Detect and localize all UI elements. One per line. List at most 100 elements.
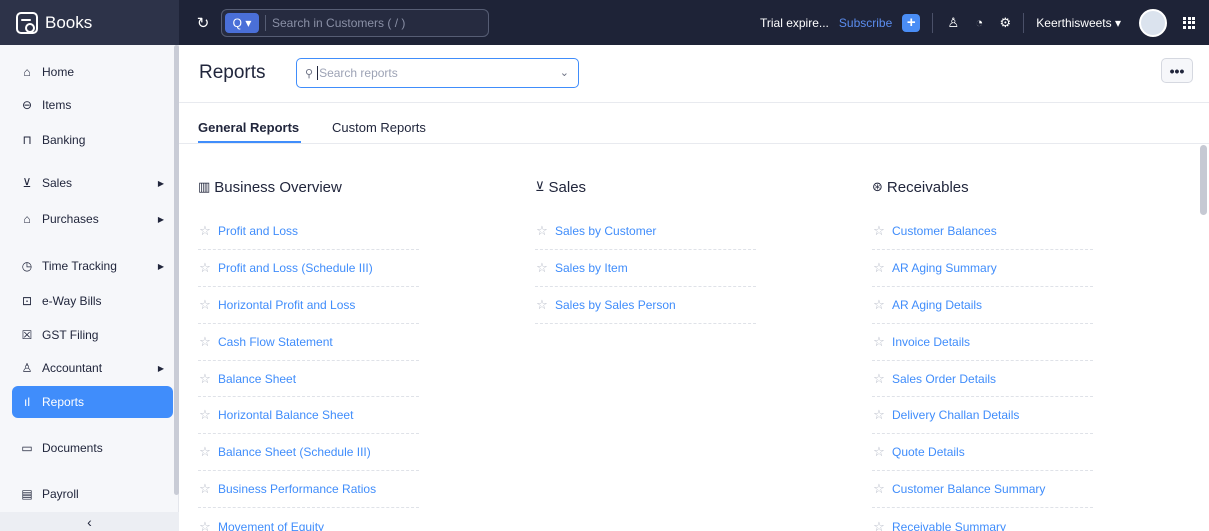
- star-icon[interactable]: ☆: [198, 297, 212, 313]
- star-icon[interactable]: ☆: [198, 444, 212, 460]
- sidebar-item-label: Reports: [42, 395, 85, 409]
- star-icon[interactable]: ☆: [872, 334, 886, 350]
- collapse-sidebar-button[interactable]: ‹: [0, 512, 179, 531]
- star-icon[interactable]: ☆: [872, 407, 886, 423]
- quick-create-button[interactable]: +: [902, 13, 921, 32]
- bell-icon[interactable]: ◔: [971, 15, 987, 31]
- star-icon[interactable]: ☆: [198, 371, 212, 387]
- books-logo-icon: [16, 11, 38, 34]
- star-icon[interactable]: ☆: [535, 223, 549, 239]
- sidebar-item-items[interactable]: ⊖ Items: [12, 89, 173, 121]
- subscribe-link[interactable]: Subscribe: [839, 16, 892, 30]
- star-icon[interactable]: ☆: [872, 260, 886, 276]
- avatar[interactable]: [1139, 8, 1167, 37]
- app-brand[interactable]: Books: [0, 0, 179, 45]
- report-link[interactable]: ☆ Sales by Item: [535, 250, 756, 287]
- report-list: ☆ Customer Balances ☆ AR Aging Summary ☆ AR…: [872, 213, 1093, 531]
- search-divider: [265, 14, 266, 31]
- home-icon: ⌂: [23, 65, 31, 79]
- gear-icon[interactable]: ⚙: [997, 15, 1013, 31]
- report-group-receivables: ⊛ Receivables ☆ Customer Balances ☆ AR Agi…: [872, 176, 1093, 531]
- report-link[interactable]: ☆ Sales by Sales Person: [535, 287, 756, 324]
- report-link[interactable]: ☆ Cash Flow Statement: [198, 324, 419, 361]
- report-link[interactable]: ☆ Profit and Loss (Schedule III): [198, 250, 419, 287]
- sidebar-item-accountant[interactable]: ♙ Accountant ▶: [12, 352, 173, 384]
- report-link[interactable]: ☆ Customer Balances: [872, 213, 1093, 250]
- star-icon[interactable]: ☆: [198, 334, 212, 350]
- sidebar-item-banking[interactable]: ⊓ Banking: [12, 124, 173, 156]
- refer-icon[interactable]: ♙: [945, 15, 961, 31]
- report-link[interactable]: ☆ Movement of Equity: [198, 508, 419, 531]
- sidebar-item-label: Home: [42, 65, 75, 79]
- sidebar-item-time-tracking[interactable]: ◷ Time Tracking ▶: [12, 250, 173, 282]
- tab-custom-reports[interactable]: Custom Reports: [332, 120, 426, 135]
- report-link[interactable]: ☆ AR Aging Details: [872, 287, 1093, 324]
- org-switcher[interactable]: Keerthisweets ▾: [1036, 16, 1121, 30]
- sidebar: ⌂ Home ⊖ Items ⊓ Banking ⊻ Sales ▶ ⌂ Pur…: [0, 45, 179, 531]
- report-link[interactable]: ☆ Customer Balance Summary: [872, 471, 1093, 509]
- group-title-label: Business Overview: [214, 178, 342, 196]
- sidebar-item-label: e-Way Bills: [42, 294, 102, 308]
- report-link[interactable]: ☆ Horizontal Profit and Loss: [198, 287, 419, 324]
- star-icon[interactable]: ☆: [872, 297, 886, 313]
- report-link-label: Sales by Customer: [555, 223, 657, 238]
- group-title: ⊻ Sales: [535, 176, 756, 198]
- sidebar-item-label: Items: [42, 98, 72, 112]
- sidebar-item-sales[interactable]: ⊻ Sales ▶: [12, 167, 173, 199]
- report-link[interactable]: ☆ AR Aging Summary: [872, 250, 1093, 287]
- recent-activity-icon[interactable]: ↻: [193, 14, 213, 32]
- sidebar-item-home[interactable]: ⌂ Home: [12, 56, 173, 88]
- more-options-button[interactable]: •••: [1161, 58, 1193, 83]
- sidebar-item-label: Purchases: [42, 212, 99, 226]
- report-link-label: Cash Flow Statement: [218, 334, 333, 349]
- report-link[interactable]: ☆ Balance Sheet: [198, 361, 419, 398]
- report-link[interactable]: ☆ Profit and Loss: [198, 213, 419, 250]
- star-icon[interactable]: ☆: [872, 223, 886, 239]
- report-link[interactable]: ☆ Sales Order Details: [872, 361, 1093, 398]
- star-icon[interactable]: ☆: [198, 519, 212, 531]
- global-search-input[interactable]: Search in Customers ( / ): [272, 16, 405, 30]
- gst-icon: ☒: [21, 328, 33, 342]
- sidebar-item-gst-filing[interactable]: ☒ GST Filing: [12, 319, 173, 351]
- star-icon[interactable]: ☆: [535, 260, 549, 276]
- star-icon[interactable]: ☆: [198, 260, 212, 276]
- star-icon[interactable]: ☆: [198, 223, 212, 239]
- star-icon[interactable]: ☆: [872, 481, 886, 497]
- report-link[interactable]: ☆ Receivable Summary: [872, 508, 1093, 531]
- bag-icon: ⌂: [23, 212, 31, 226]
- sidebar-item-eway-bills[interactable]: ⊡ e-Way Bills: [12, 285, 173, 317]
- search-scope-dropdown[interactable]: Q ▾: [225, 12, 259, 33]
- report-link[interactable]: ☆ Sales by Customer: [535, 213, 756, 250]
- sidebar-item-reports[interactable]: ıl Reports: [12, 386, 173, 418]
- report-link[interactable]: ☆ Quote Details: [872, 434, 1093, 472]
- chevron-down-icon[interactable]: ⌄: [560, 66, 569, 79]
- report-search-input[interactable]: ⚲ Search reports ⌄: [296, 58, 579, 88]
- topbar-divider: [1023, 12, 1025, 33]
- star-icon[interactable]: ☆: [535, 297, 549, 313]
- report-link-label: Customer Balance Summary: [892, 482, 1046, 497]
- main-content: Reports ⚲ Search reports ⌄ ••• General R…: [179, 45, 1209, 531]
- report-link[interactable]: ☆ Business Performance Ratios: [198, 471, 419, 509]
- star-icon[interactable]: ☆: [198, 481, 212, 497]
- star-icon[interactable]: ☆: [198, 407, 212, 423]
- report-link[interactable]: ☆ Balance Sheet (Schedule III): [198, 434, 419, 472]
- star-icon[interactable]: ☆: [872, 444, 886, 460]
- star-icon[interactable]: ☆: [872, 519, 886, 531]
- global-search[interactable]: Q ▾ Search in Customers ( / ): [221, 8, 489, 37]
- tab-general-reports[interactable]: General Reports: [198, 120, 299, 135]
- sidebar-item-documents[interactable]: ▭ Documents: [12, 432, 173, 464]
- sidebar-item-label: Banking: [42, 133, 86, 147]
- report-link[interactable]: ☆ Horizontal Balance Sheet: [198, 397, 419, 435]
- report-link[interactable]: ☆ Invoice Details: [872, 324, 1093, 361]
- apps-grid-icon[interactable]: [1183, 16, 1195, 29]
- chevron-left-icon: ‹: [87, 513, 92, 530]
- content-scrollbar[interactable]: [1200, 145, 1207, 215]
- star-icon[interactable]: ☆: [872, 371, 886, 387]
- sidebar-item-purchases[interactable]: ⌂ Purchases ▶: [12, 203, 173, 235]
- top-bar-right: Trial expire... Subscribe + ♙ ◔ ⚙ Keerth…: [760, 0, 1209, 45]
- sidebar-item-payroll[interactable]: ▤ Payroll: [12, 478, 173, 510]
- org-name: Keerthisweets: [1036, 15, 1112, 30]
- report-link-label: Sales by Sales Person: [555, 297, 676, 312]
- search-icon: ⚲: [305, 67, 314, 80]
- report-link[interactable]: ☆ Delivery Challan Details: [872, 397, 1093, 435]
